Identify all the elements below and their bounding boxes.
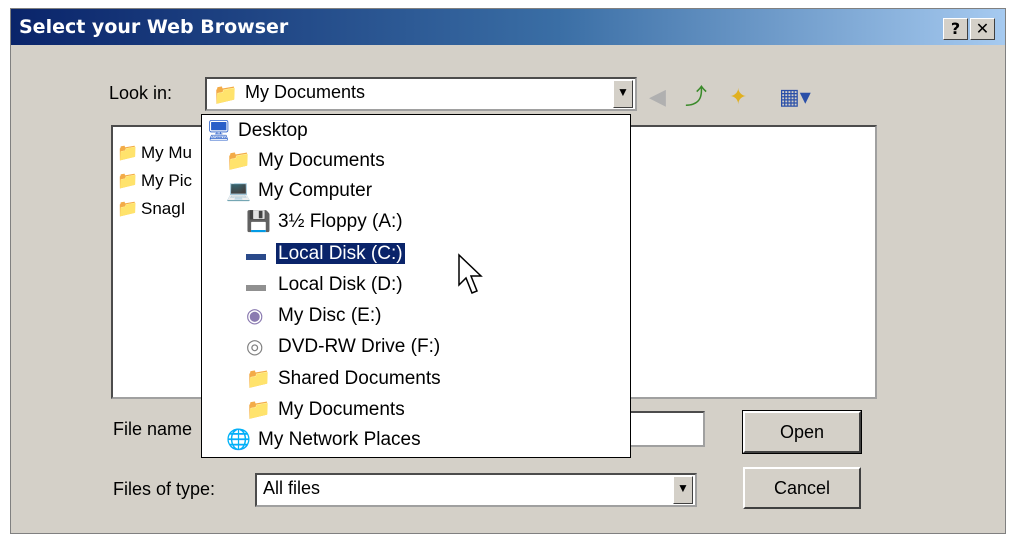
dropdown-item-my-computer[interactable]: 💻 My Computer	[226, 176, 374, 206]
files-of-type-value: All files	[263, 478, 321, 498]
my-music-folder-icon: 📁	[117, 143, 139, 162]
cd-drive-icon: ◉	[246, 305, 264, 327]
close-button[interactable]: ✕	[970, 18, 995, 40]
dropdown-item-label: Local Disk (D:)	[278, 274, 403, 296]
list-item[interactable]: 📁 My Pic	[117, 171, 192, 191]
list-item[interactable]: 📁 SnagI	[117, 199, 185, 219]
hard-disk-icon: ▬	[246, 243, 266, 265]
dropdown-item-my-network-places[interactable]: 🌐 My Network Places	[226, 425, 423, 455]
dropdown-item-shared-documents[interactable]: 📁 Shared Documents	[246, 364, 443, 394]
up-folder-icon[interactable]: ⤴	[685, 83, 707, 111]
folder-icon: 📁	[246, 368, 271, 390]
list-item-label: SnagI	[141, 199, 186, 218]
file-name-label: File name	[113, 419, 193, 439]
dropdown-item-label: My Documents	[258, 150, 385, 172]
dropdown-item-label: Shared Documents	[278, 368, 441, 390]
dropdown-item-my-documents[interactable]: 📁 My Documents	[226, 146, 387, 176]
dropdown-item-my-disc-e[interactable]: ◉ My Disc (E:)	[246, 301, 383, 331]
dropdown-item-local-disk-c[interactable]: ▬ Local Disk (C:)	[246, 239, 406, 269]
open-button[interactable]: Open	[742, 410, 862, 454]
cancel-button[interactable]: Cancel	[743, 467, 861, 509]
dropdown-item-label: My Documents	[278, 399, 405, 421]
my-documents-icon: 📁	[226, 150, 251, 172]
help-button[interactable]: ?	[943, 18, 968, 40]
look-in-combo[interactable]: 📁 My Documents ▼	[205, 77, 637, 111]
files-of-type-dropdown-button[interactable]: ▼	[673, 476, 693, 504]
dvd-drive-icon: ◎	[246, 336, 264, 358]
dropdown-item-dvd-rw-f[interactable]: ◎ DVD-RW Drive (F:)	[246, 332, 442, 362]
my-documents-icon: 📁	[213, 84, 238, 106]
list-item-label: My Pic	[141, 171, 192, 190]
desktop-icon: 🖥	[206, 120, 232, 142]
folder-icon: 📁	[117, 199, 139, 218]
dropdown-item-label: 3½ Floppy (A:)	[278, 211, 403, 233]
dropdown-item-label: DVD-RW Drive (F:)	[278, 336, 441, 358]
title-bar[interactable]: Select your Web Browser ? ✕	[11, 9, 1005, 45]
my-pictures-folder-icon: 📁	[117, 171, 139, 190]
dropdown-item-my-documents-sub[interactable]: 📁 My Documents	[246, 395, 407, 425]
my-computer-icon: 💻	[226, 180, 251, 202]
folder-icon: 📁	[246, 399, 271, 421]
dropdown-item-label: My Network Places	[258, 429, 421, 451]
dropdown-item-label: My Computer	[258, 180, 373, 202]
new-folder-icon[interactable]: ✦	[729, 83, 747, 111]
look-in-value: My Documents	[245, 82, 366, 102]
mouse-cursor-icon	[458, 253, 483, 294]
list-item[interactable]: 📁 My Mu	[117, 143, 192, 163]
files-of-type-label: Files of type:	[113, 479, 216, 499]
floppy-drive-icon: 💾	[246, 211, 271, 233]
dialog-title: Select your Web Browser	[19, 16, 289, 38]
back-icon[interactable]: ◀	[649, 83, 666, 111]
dropdown-item-label: My Disc (E:)	[278, 305, 382, 327]
dropdown-item-local-disk-d[interactable]: ▬ Local Disk (D:)	[246, 270, 405, 300]
dropdown-item-floppy[interactable]: 💾 3½ Floppy (A:)	[246, 207, 405, 237]
look-in-dropdown-button[interactable]: ▼	[613, 80, 633, 108]
files-of-type-combo[interactable]: All files ▼	[255, 473, 697, 507]
dropdown-item-label: Desktop	[238, 120, 308, 142]
look-in-dropdown-list[interactable]: 🖥 Desktop 📁 My Documents 💻 My Computer 💾 3½ …	[201, 114, 631, 458]
hard-disk-icon: ▬	[246, 274, 266, 296]
look-in-label: Look in:	[109, 83, 173, 103]
dropdown-item-label: Local Disk (C:)	[275, 242, 406, 266]
views-menu-icon[interactable]: ▦▾	[779, 83, 811, 111]
network-places-icon: 🌐	[226, 429, 251, 451]
list-item-label: My Mu	[141, 143, 192, 162]
dropdown-item-desktop[interactable]: 🖥 Desktop	[206, 116, 310, 146]
